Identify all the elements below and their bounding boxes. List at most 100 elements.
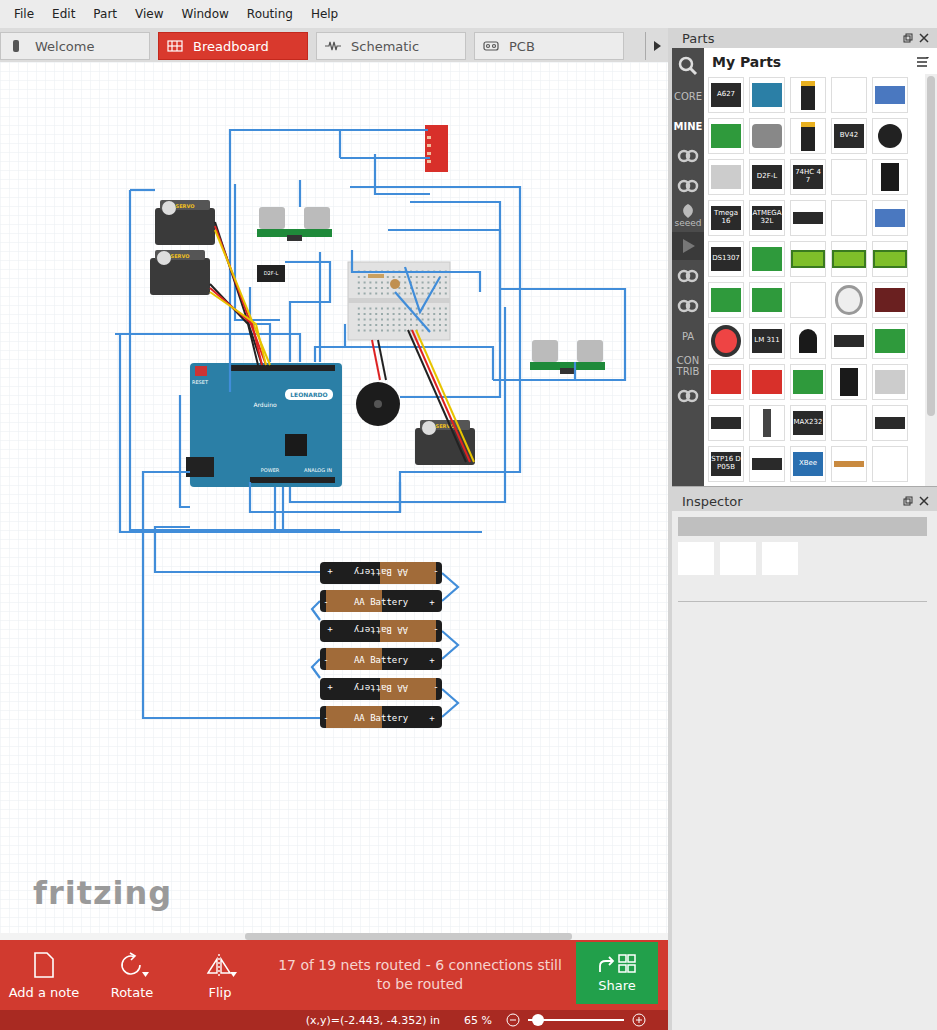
switch[interactable]: D2F-L: [257, 265, 285, 282]
servo[interactable]: SERVO: [155, 200, 215, 245]
buzzer[interactable]: [356, 382, 400, 426]
close-icon[interactable]: [919, 33, 929, 43]
wire[interactable]: [339, 130, 341, 158]
servo-wire[interactable]: [408, 330, 466, 462]
ultrasonic-sensor[interactable]: [530, 340, 605, 374]
bin-tab[interactable]: PA: [672, 322, 704, 350]
part-tile[interactable]: [872, 200, 908, 236]
wire[interactable]: [395, 292, 430, 332]
part-tile[interactable]: [708, 405, 744, 441]
view-tab[interactable]: PCB: [474, 32, 624, 60]
arduino-board[interactable]: RESETArduinoLEONARDOPOWERANALOG IN: [186, 363, 342, 487]
wire[interactable]: [282, 487, 284, 532]
bin-tab[interactable]: MINE: [672, 112, 704, 140]
wire[interactable]: [442, 631, 458, 659]
wire[interactable]: [130, 189, 155, 191]
wire[interactable]: [155, 527, 320, 572]
wire[interactable]: [143, 472, 320, 718]
view-tab[interactable]: Schematic: [316, 32, 466, 60]
bin-tab[interactable]: [672, 52, 704, 80]
part-tile[interactable]: [831, 200, 867, 236]
part-tile[interactable]: [749, 241, 785, 277]
breadboard[interactable]: [348, 262, 450, 340]
wire[interactable]: [312, 601, 320, 620]
wire[interactable]: [315, 347, 355, 362]
part-tile[interactable]: [831, 364, 867, 400]
wire[interactable]: [442, 573, 458, 601]
wire[interactable]: [299, 180, 301, 207]
wire[interactable]: [493, 289, 625, 380]
zoom-out-icon[interactable]: [506, 1013, 520, 1027]
part-tile[interactable]: [790, 241, 826, 277]
wire[interactable]: [290, 307, 505, 502]
part-tile[interactable]: [790, 282, 826, 318]
servo-wire[interactable]: [210, 292, 266, 365]
part-tile[interactable]: A627: [708, 77, 744, 113]
part-tile[interactable]: [749, 405, 785, 441]
part-tile[interactable]: DS1307: [708, 241, 744, 277]
part-tile[interactable]: [872, 159, 908, 195]
bin-menu-icon[interactable]: [917, 57, 929, 67]
menu-item[interactable]: Edit: [44, 5, 83, 23]
part-tile[interactable]: D2F-L: [749, 159, 785, 195]
view-tab[interactable]: Breadboard: [158, 32, 308, 60]
part-tile[interactable]: [749, 364, 785, 400]
bin-tab[interactable]: CON TRIB: [672, 352, 704, 380]
menu-item[interactable]: Help: [303, 5, 346, 23]
part-tile[interactable]: [831, 282, 867, 318]
part-tile[interactable]: [831, 77, 867, 113]
part-tile[interactable]: Tmega 16: [708, 200, 744, 236]
part-tile[interactable]: [790, 118, 826, 154]
servo[interactable]: SERVO: [150, 250, 210, 295]
wire[interactable]: [388, 230, 500, 342]
wire[interactable]: [345, 324, 493, 380]
part-tile[interactable]: [872, 118, 908, 154]
servo-wire[interactable]: [416, 330, 474, 462]
part-tile[interactable]: [872, 77, 908, 113]
aa-battery[interactable]: -AA Battery+: [320, 678, 442, 700]
menu-item[interactable]: Window: [174, 5, 237, 23]
wire[interactable]: [405, 267, 440, 312]
servo-wire[interactable]: [378, 340, 386, 380]
bin-tab[interactable]: [672, 172, 704, 200]
wire[interactable]: [442, 689, 458, 717]
part-tile[interactable]: STP16 DP05B: [708, 446, 744, 482]
bin-tab[interactable]: [672, 382, 704, 410]
menu-item[interactable]: File: [6, 5, 42, 23]
view-tab[interactable]: Welcome: [0, 32, 150, 60]
part-tile[interactable]: [790, 364, 826, 400]
vertical-scrollbar[interactable]: [925, 74, 937, 486]
servo-wire[interactable]: [210, 288, 262, 365]
part-tile[interactable]: [831, 159, 867, 195]
aa-battery[interactable]: -AA Battery+: [320, 590, 442, 612]
menu-item[interactable]: Part: [85, 5, 125, 23]
part-tile[interactable]: [708, 118, 744, 154]
wire[interactable]: [274, 487, 276, 532]
part-tile[interactable]: [872, 364, 908, 400]
aa-battery[interactable]: -AA Battery+: [320, 706, 442, 728]
part-tile[interactable]: [749, 282, 785, 318]
tab-scroll-button[interactable]: [645, 32, 668, 60]
part-tile[interactable]: [708, 282, 744, 318]
part-tile[interactable]: [790, 200, 826, 236]
part-tile[interactable]: [708, 159, 744, 195]
part-tile[interactable]: [831, 241, 867, 277]
ultrasonic-sensor[interactable]: [257, 207, 332, 241]
wire[interactable]: [312, 659, 320, 678]
bin-tab[interactable]: [672, 142, 704, 170]
bin-tab[interactable]: CORE: [672, 82, 704, 110]
part-tile[interactable]: [749, 446, 785, 482]
part-tile[interactable]: ATMEGA 32L: [749, 200, 785, 236]
part-tile[interactable]: MAX232: [790, 405, 826, 441]
wire[interactable]: [115, 334, 300, 362]
part-tile[interactable]: 74HC 47: [790, 159, 826, 195]
aa-battery[interactable]: -AA Battery+: [320, 562, 442, 584]
part-tile[interactable]: [749, 77, 785, 113]
part-tile[interactable]: [708, 364, 744, 400]
aa-battery[interactable]: -AA Battery+: [320, 648, 442, 670]
part-tile[interactable]: LM 311: [749, 323, 785, 359]
aa-battery[interactable]: -AA Battery+: [320, 620, 442, 642]
wire[interactable]: [180, 395, 190, 507]
part-tile[interactable]: [872, 323, 908, 359]
bin-tab[interactable]: [672, 262, 704, 290]
